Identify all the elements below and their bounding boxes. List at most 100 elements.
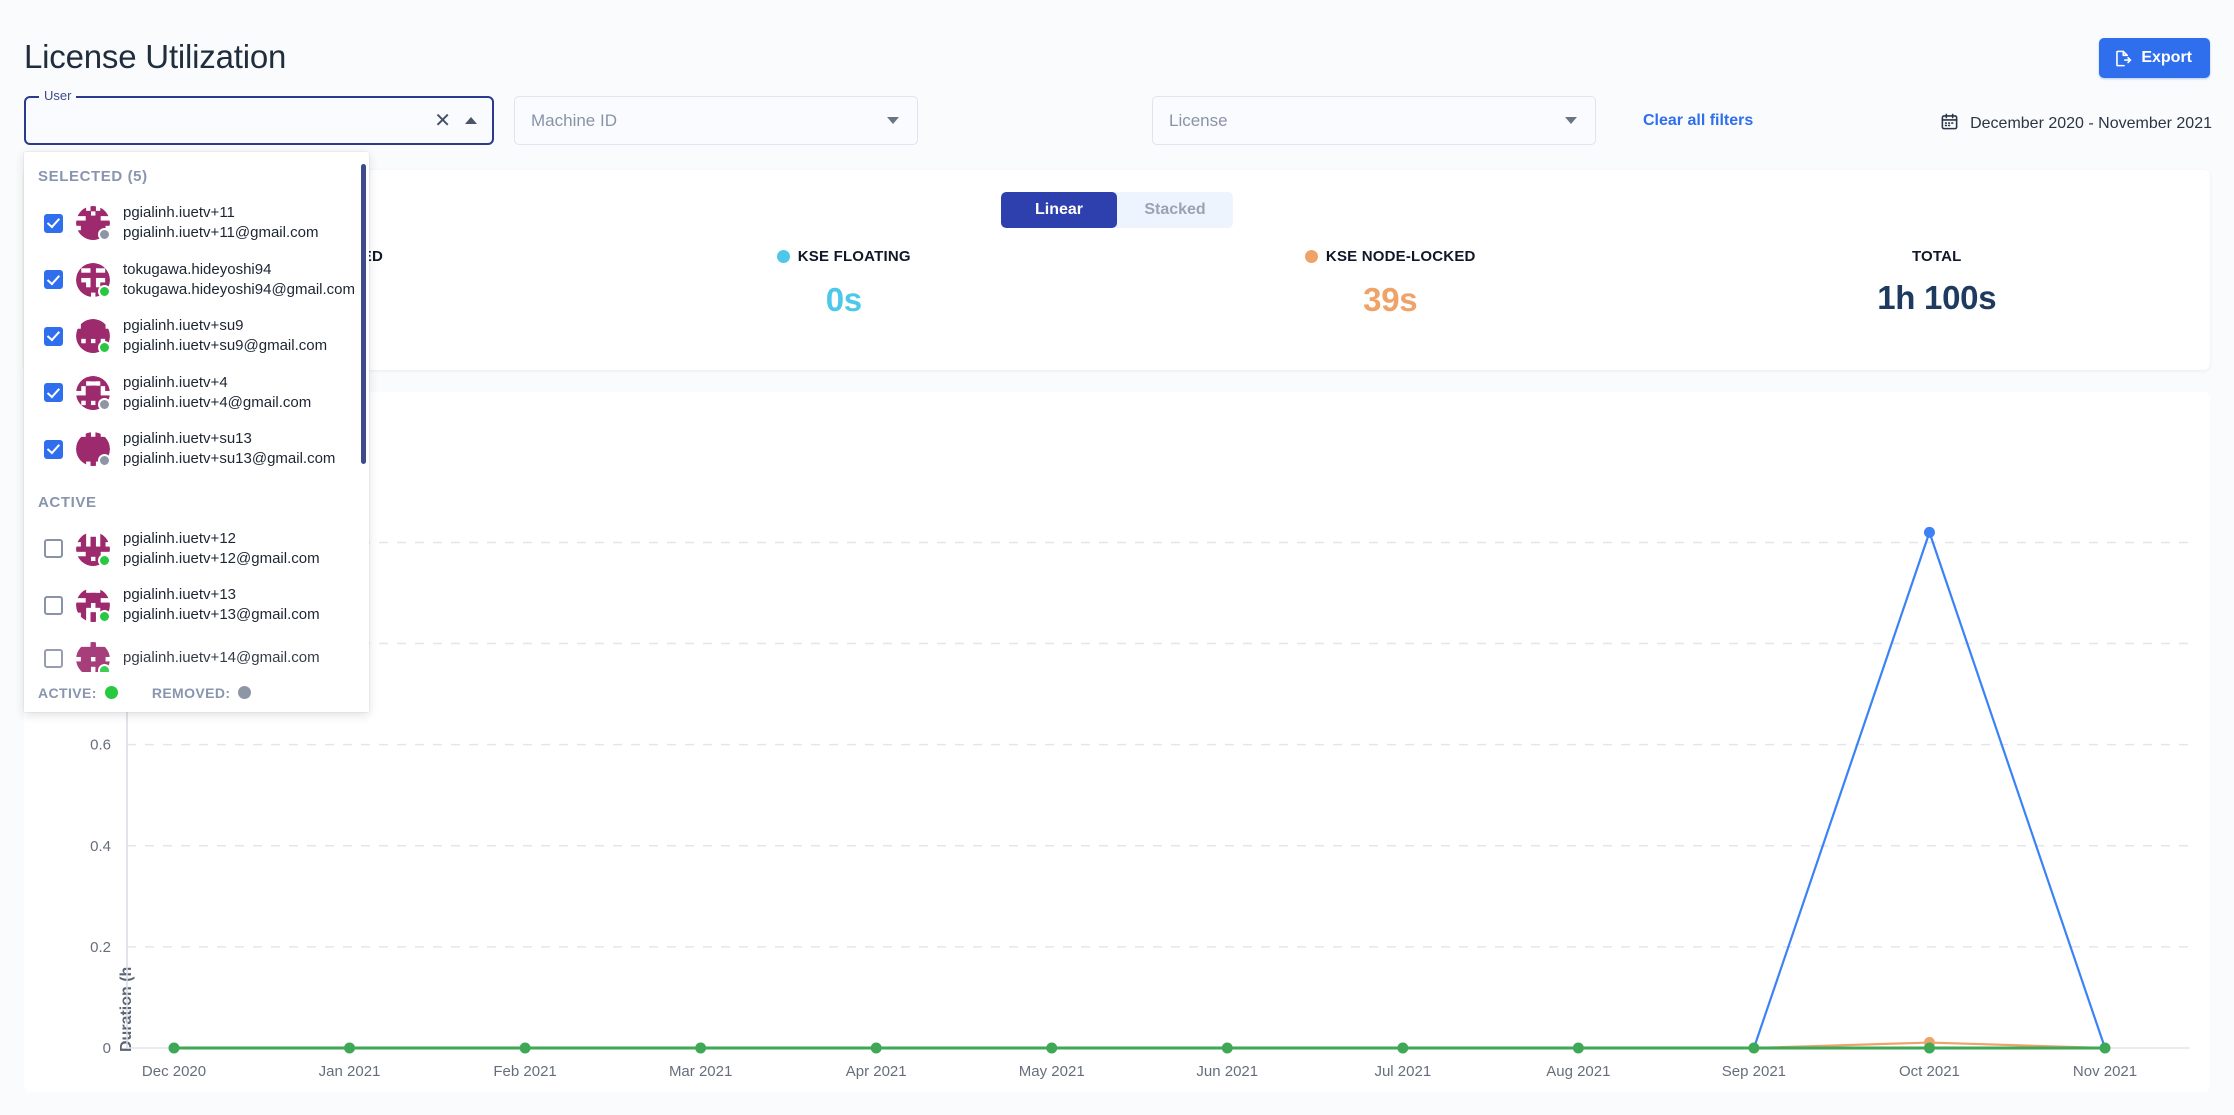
filter-bar: User ✕ Machine ID License Clear all filt… (0, 92, 2234, 152)
machine-id-filter[interactable]: Machine ID (514, 96, 918, 145)
active-section-header: ACTIVE (24, 478, 369, 521)
avatar (76, 642, 110, 673)
kpi-value: 0s (571, 281, 1118, 319)
legend-removed: REMOVED: (152, 685, 252, 701)
chart-mode-toggle: Linear Stacked (1001, 192, 1233, 228)
svg-text:0.2: 0.2 (90, 939, 111, 956)
date-range-picker[interactable]: December 2020 - November 2021 (1940, 112, 2212, 136)
chevron-down-icon[interactable] (887, 117, 899, 124)
series-dot-icon (777, 250, 790, 263)
user-option-name: pgialinh.iuetv+su13 (123, 429, 335, 449)
user-option-list[interactable]: SELECTED (5) pgialinh.iuetv+11pgialinh.iu… (24, 152, 369, 672)
dropdown-scrollbar[interactable] (361, 164, 366, 464)
svg-text:Oct 2021: Oct 2021 (1899, 1063, 1960, 1080)
series-dot-icon (1305, 250, 1318, 263)
kpi-kse-node-locked: KSE NODE-LOCKED39s (1117, 248, 1664, 319)
legend-removed-label: REMOVED: (152, 685, 231, 701)
kpi-header: KSE FLOATING (777, 248, 911, 265)
user-option[interactable]: tokugawa.hideyoshi94tokugawa.hideyoshi94… (24, 252, 369, 309)
user-option-text: pgialinh.iuetv+12pgialinh.iuetv+12@gmail… (123, 529, 320, 570)
presence-dot-icon (98, 228, 111, 241)
user-option-text: pgialinh.iuetv+11pgialinh.iuetv+11@gmail… (123, 203, 318, 244)
kpi-label: TOTAL (1912, 248, 1962, 265)
user-option-checkbox[interactable] (44, 270, 63, 289)
avatar (76, 532, 110, 566)
user-filter[interactable]: User ✕ (24, 96, 494, 145)
avatar (76, 319, 110, 353)
user-option[interactable]: pgialinh.iuetv+11pgialinh.iuetv+11@gmail… (24, 195, 369, 252)
selected-section-header: SELECTED (5) (24, 152, 369, 195)
chevron-down-icon[interactable] (1565, 117, 1577, 124)
date-range-value: December 2020 - November 2021 (1970, 115, 2212, 133)
svg-text:Jan 2021: Jan 2021 (319, 1063, 381, 1080)
user-option[interactable]: pgialinh.iuetv+13pgialinh.iuetv+13@gmail… (24, 577, 369, 634)
legend-active-label: ACTIVE: (38, 685, 97, 701)
presence-dot-icon (98, 454, 111, 467)
user-option[interactable]: pgialinh.iuetv+4pgialinh.iuetv+4@gmail.c… (24, 365, 369, 422)
user-option-email: pgialinh.iuetv+11@gmail.com (123, 223, 318, 243)
svg-text:May 2021: May 2021 (1019, 1063, 1085, 1080)
legend-active: ACTIVE: (38, 685, 118, 701)
presence-dot-icon (98, 285, 111, 298)
user-option[interactable]: pgialinh.iuetv+su13pgialinh.iuetv+su13@g… (24, 421, 369, 478)
clear-all-filters-link[interactable]: Clear all filters (1643, 112, 1753, 130)
kpi-total: TOTAL 1h 100s (1664, 248, 2211, 319)
user-option-checkbox[interactable] (44, 327, 63, 346)
user-option-checkbox[interactable] (44, 649, 63, 668)
chevron-up-icon[interactable] (465, 117, 477, 124)
user-option-email: tokugawa.hideyoshi94@gmail.com (123, 280, 355, 300)
user-option-checkbox[interactable] (44, 214, 63, 233)
kpi-kse-floating: KSE FLOATING 0s (571, 248, 1118, 319)
presence-dot-icon (98, 398, 111, 411)
avatar (76, 263, 110, 297)
user-option-name: pgialinh.iuetv+su9 (123, 316, 327, 336)
user-option[interactable]: pgialinh.iuetv+14@gmail.com (24, 634, 369, 673)
page-header: License Utilization Export (0, 0, 2234, 92)
page-title: License Utilization (24, 38, 286, 76)
user-option-text: pgialinh.iuetv+13pgialinh.iuetv+13@gmail… (123, 585, 320, 626)
chart-mode-stacked[interactable]: Stacked (1117, 192, 1233, 228)
user-option-name: tokugawa.hideyoshi94 (123, 260, 355, 280)
avatar (76, 376, 110, 410)
removed-dot-icon (238, 686, 251, 699)
machine-id-placeholder: Machine ID (515, 111, 887, 131)
svg-text:Dec 2020: Dec 2020 (142, 1063, 206, 1080)
kpi-header: KSE NODE-LOCKED (1305, 248, 1476, 265)
license-placeholder: License (1153, 111, 1565, 131)
user-option-checkbox[interactable] (44, 596, 63, 615)
user-option-email: pgialinh.iuetv+4@gmail.com (123, 393, 311, 413)
user-option-checkbox[interactable] (44, 383, 63, 402)
user-option-text: pgialinh.iuetv+su13pgialinh.iuetv+su13@g… (123, 429, 335, 470)
svg-text:0.6: 0.6 (90, 737, 111, 754)
export-button-label: Export (2141, 49, 2192, 67)
close-icon[interactable]: ✕ (434, 111, 451, 131)
chart-mode-linear[interactable]: Linear (1001, 192, 1117, 228)
presence-legend: ACTIVE: REMOVED: (24, 672, 369, 712)
user-option-text: pgialinh.iuetv+14@gmail.com (123, 648, 320, 668)
user-option-checkbox[interactable] (44, 539, 63, 558)
presence-dot-icon (98, 610, 111, 623)
user-option-name: pgialinh.iuetv+12 (123, 529, 320, 549)
user-option-email: pgialinh.iuetv+13@gmail.com (123, 605, 320, 625)
kpi-header: TOTAL (1912, 248, 1962, 265)
svg-text:Feb 2021: Feb 2021 (493, 1063, 556, 1080)
license-filter[interactable]: License (1152, 96, 1596, 145)
user-option[interactable]: pgialinh.iuetv+su9pgialinh.iuetv+su9@gma… (24, 308, 369, 365)
presence-dot-icon (98, 664, 111, 673)
user-option-email: pgialinh.iuetv+su9@gmail.com (123, 336, 327, 356)
avatar (76, 432, 110, 466)
svg-text:Sep 2021: Sep 2021 (1722, 1063, 1786, 1080)
user-option-email: pgialinh.iuetv+14@gmail.com (123, 648, 320, 668)
user-option-checkbox[interactable] (44, 440, 63, 459)
svg-text:Apr 2021: Apr 2021 (846, 1063, 907, 1080)
svg-text:Aug 2021: Aug 2021 (1546, 1063, 1610, 1080)
avatar (76, 588, 110, 622)
user-option[interactable]: pgialinh.iuetv+12pgialinh.iuetv+12@gmail… (24, 521, 369, 578)
kpi-value: 1h 100s (1664, 279, 2211, 317)
svg-text:Jul 2021: Jul 2021 (1374, 1063, 1431, 1080)
svg-text:0: 0 (103, 1040, 111, 1057)
user-filter-dropdown: SELECTED (5) pgialinh.iuetv+11pgialinh.iu… (24, 152, 369, 712)
export-button[interactable]: Export (2099, 38, 2210, 78)
user-option-name: pgialinh.iuetv+13 (123, 585, 320, 605)
kpi-label: KSE FLOATING (798, 248, 911, 265)
